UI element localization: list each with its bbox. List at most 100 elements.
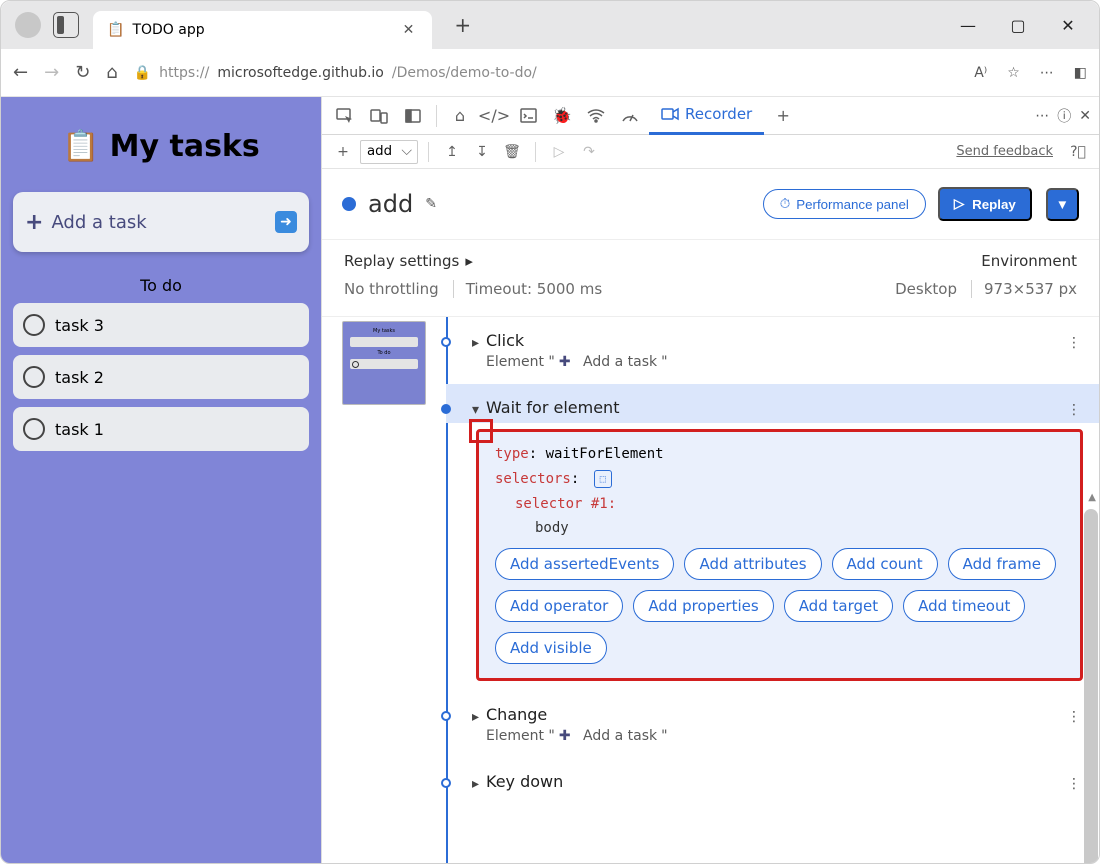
- step-menu-icon[interactable]: ⋮: [1067, 402, 1081, 418]
- add-target-chip[interactable]: Add target: [784, 590, 893, 622]
- recording-selector[interactable]: add: [360, 140, 418, 164]
- devtools-toolbar: ⌂ </> 🐞 Recorder + ⋯ ⓘ ✕: [322, 97, 1099, 135]
- performance-panel-button[interactable]: ⏱Performance panel: [763, 189, 926, 219]
- replay-button[interactable]: ▷Replay: [938, 187, 1032, 221]
- elements-tab-icon[interactable]: </>: [479, 101, 509, 131]
- network-tab-icon[interactable]: [581, 101, 611, 131]
- todo-heading: To do: [140, 276, 182, 295]
- welcome-tab-icon[interactable]: ⌂: [445, 101, 475, 131]
- add-timeout-chip[interactable]: Add timeout: [903, 590, 1025, 622]
- sources-tab-icon[interactable]: 🐞: [547, 101, 577, 131]
- url-field[interactable]: 🔒 https://microsoftedge.github.io/Demos/…: [134, 65, 958, 81]
- device-icon[interactable]: [364, 101, 394, 131]
- environment-label: Environment: [711, 252, 1078, 270]
- import-icon[interactable]: ↧: [469, 139, 495, 165]
- maximize-button[interactable]: ▢: [999, 6, 1037, 44]
- add-properties-chip[interactable]: Add properties: [633, 590, 773, 622]
- step-details: type: waitForElement selectors: ⬚ select…: [476, 429, 1083, 681]
- step-change[interactable]: ▸ Change Element "✚ Add a task" ⋮: [446, 691, 1099, 758]
- send-feedback-link[interactable]: Send feedback: [956, 144, 1053, 159]
- address-bar: ← → ↻ ⌂ 🔒 https://microsoftedge.github.i…: [1, 49, 1099, 97]
- plus-icon: ✚: [559, 354, 571, 370]
- help-icon[interactable]: ⓘ: [1057, 106, 1071, 126]
- submit-task-icon[interactable]: ➜: [275, 211, 297, 233]
- back-button[interactable]: ←: [13, 62, 28, 83]
- refresh-button[interactable]: ↻: [75, 62, 90, 83]
- timeline-node-icon: [441, 404, 451, 414]
- step-wait-for-element[interactable]: ▾ Wait for element ⋮: [446, 384, 1099, 423]
- devtools-close-icon[interactable]: ✕: [1079, 108, 1091, 124]
- scrollbar-thumb[interactable]: [1084, 509, 1098, 863]
- replay-dropdown[interactable]: ▼: [1046, 188, 1079, 221]
- task-item[interactable]: task 2: [13, 355, 309, 399]
- checkbox-icon[interactable]: [23, 314, 45, 336]
- play-icon: ▷: [954, 196, 964, 212]
- favorite-icon[interactable]: ☆: [1007, 65, 1020, 81]
- replay-settings-label[interactable]: Replay settings▸: [344, 252, 711, 270]
- dock-icon[interactable]: [398, 101, 428, 131]
- clipboard-icon: 📋: [107, 22, 124, 38]
- timeline-node-icon: [441, 711, 451, 721]
- add-operator-chip[interactable]: Add operator: [495, 590, 623, 622]
- record-dot-icon: [342, 197, 356, 211]
- screenshot-thumbnail[interactable]: My tasks To do: [342, 321, 426, 405]
- browser-titlebar: 📋 TODO app ✕ + — ▢ ✕: [1, 1, 1099, 49]
- forward-button: →: [44, 62, 59, 83]
- task-item[interactable]: task 3: [13, 303, 309, 347]
- workspaces-icon[interactable]: [53, 12, 79, 38]
- scroll-up-icon[interactable]: ▲: [1088, 492, 1096, 503]
- delete-icon[interactable]: 🗑: [499, 139, 525, 165]
- performance-tab-icon[interactable]: [615, 101, 645, 131]
- select-element-icon[interactable]: ⬚: [594, 470, 612, 488]
- step-menu-icon[interactable]: ⋮: [1067, 335, 1081, 351]
- export-icon[interactable]: ↥: [439, 139, 465, 165]
- close-window-button[interactable]: ✕: [1049, 6, 1087, 44]
- app-title: 📋My tasks: [62, 129, 259, 164]
- add-task-input[interactable]: + Add a task ➜: [13, 192, 309, 252]
- clipboard-icon: 📋: [62, 129, 99, 164]
- step-menu-icon[interactable]: ⋮: [1067, 776, 1081, 792]
- inspect-icon[interactable]: [330, 101, 360, 131]
- plus-icon: ✚: [559, 728, 571, 744]
- chevron-right-icon: ▸: [465, 252, 473, 270]
- step-keydown[interactable]: ▸ Key down ⋮: [446, 758, 1099, 805]
- continue-icon: ▷: [546, 139, 572, 165]
- more-tabs-button[interactable]: +: [768, 101, 798, 131]
- steps-timeline: My tasks To do ▸ Click Element "✚ Add a …: [322, 317, 1099, 863]
- add-count-chip[interactable]: Add count: [832, 548, 938, 580]
- checkbox-icon[interactable]: [23, 366, 45, 388]
- chevron-right-icon[interactable]: ▸: [472, 776, 479, 792]
- plus-icon: +: [25, 210, 43, 235]
- devtools-more-icon[interactable]: ⋯: [1035, 108, 1049, 124]
- add-frame-chip[interactable]: Add frame: [948, 548, 1056, 580]
- chevron-down-icon[interactable]: ▾: [472, 402, 479, 418]
- sidebar-toggle-icon[interactable]: ◧: [1074, 65, 1087, 81]
- read-aloud-icon[interactable]: A⁾: [974, 65, 987, 81]
- close-tab-icon[interactable]: ✕: [403, 22, 415, 38]
- browser-tab[interactable]: 📋 TODO app ✕: [93, 11, 432, 49]
- recording-header: add ✎ ⏱Performance panel ▷Replay ▼: [322, 169, 1099, 239]
- add-assertedevents-chip[interactable]: Add assertedEvents: [495, 548, 674, 580]
- recorder-help-icon[interactable]: ?⃝: [1065, 139, 1091, 165]
- add-visible-chip[interactable]: Add visible: [495, 632, 607, 664]
- home-button[interactable]: ⌂: [106, 62, 117, 83]
- chevron-right-icon[interactable]: ▸: [472, 709, 479, 725]
- add-attributes-chip[interactable]: Add attributes: [684, 548, 821, 580]
- checkbox-icon[interactable]: [23, 418, 45, 440]
- recorder-toolbar: + add ↥ ↧ 🗑 ▷ ↷ Send feedback ?⃝: [322, 135, 1099, 169]
- step-click[interactable]: ▸ Click Element "✚ Add a task" ⋮: [446, 317, 1099, 384]
- gauge-icon: ⏱: [780, 196, 790, 212]
- task-item[interactable]: task 1: [13, 407, 309, 451]
- chevron-right-icon[interactable]: ▸: [472, 335, 479, 351]
- recording-name: add: [368, 190, 413, 218]
- edit-name-icon[interactable]: ✎: [425, 196, 437, 212]
- devtools-panel: ⌂ </> 🐞 Recorder + ⋯ ⓘ ✕ + add: [321, 97, 1099, 863]
- menu-icon[interactable]: ⋯: [1040, 65, 1054, 81]
- new-recording-button[interactable]: +: [330, 139, 356, 165]
- minimize-button[interactable]: —: [949, 6, 987, 44]
- step-menu-icon[interactable]: ⋮: [1067, 709, 1081, 725]
- console-tab-icon[interactable]: [513, 101, 543, 131]
- recorder-tab[interactable]: Recorder: [649, 97, 764, 135]
- new-tab-button[interactable]: +: [454, 13, 471, 37]
- profile-avatar[interactable]: [15, 12, 41, 38]
